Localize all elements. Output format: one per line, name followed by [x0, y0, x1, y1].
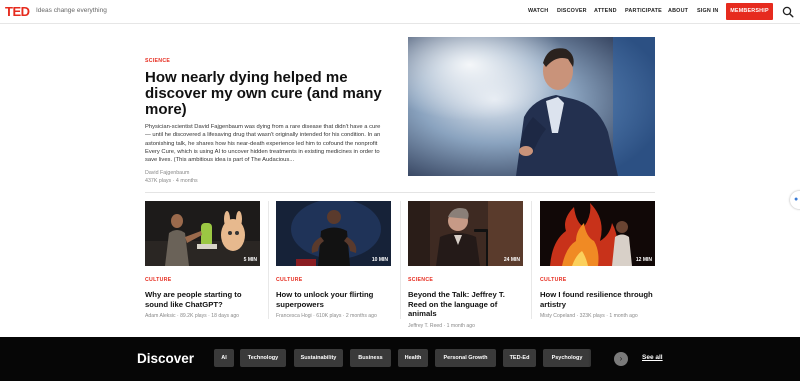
card-title[interactable]: Beyond the Talk: Jeffrey T. Reed on the …: [408, 290, 523, 319]
chevron-right-icon[interactable]: ›: [614, 352, 628, 366]
see-all-link[interactable]: See all: [642, 354, 663, 361]
site-header: TED Ideas change everything WATCH DISCOV…: [0, 0, 800, 24]
hero-category: SCIENCE: [145, 58, 171, 64]
discover-title: Discover: [137, 351, 195, 366]
card-thumbnail[interactable]: 5 MIN: [145, 201, 260, 266]
topic-psychology[interactable]: Psychology: [543, 349, 591, 367]
duration-badge: 24 MIN: [503, 257, 520, 263]
card-category: SCIENCE: [408, 277, 434, 283]
card-meta: Misty Copeland · 323K plays · 1 month ag…: [540, 313, 638, 319]
hero-stats: 437K plays · 4 months: [145, 177, 198, 184]
topic-ted-ed[interactable]: TED-Ed: [503, 349, 536, 367]
duration-badge: 10 MIN: [371, 257, 388, 263]
card-thumbnail[interactable]: 10 MIN: [276, 201, 391, 266]
card-thumbnail[interactable]: 12 MIN: [540, 201, 655, 266]
nav-discover[interactable]: DISCOVER: [557, 8, 587, 14]
membership-button[interactable]: MEMBERSHIP: [726, 3, 773, 20]
section-divider: [145, 192, 655, 193]
card-category: CULTURE: [145, 277, 172, 283]
nav-participate[interactable]: PARTICIPATE: [625, 8, 662, 14]
card-separator: [400, 201, 401, 319]
card-meta: Francesca Hogi · 610K plays · 2 months a…: [276, 313, 377, 319]
discover-bar: Discover AI Technology Sustainability Bu…: [0, 337, 800, 381]
nav-attend[interactable]: ATTEND: [594, 8, 617, 14]
card-title[interactable]: How to unlock your flirting superpowers: [276, 290, 391, 309]
hero-title[interactable]: How nearly dying helped me discover my o…: [145, 70, 385, 118]
talk-card[interactable]: 24 MIN SCIENCE Beyond the Talk: Jeffrey …: [408, 201, 523, 329]
card-category: CULTURE: [540, 277, 567, 283]
feedback-tab[interactable]: ●: [790, 191, 800, 209]
talk-card[interactable]: 5 MIN CULTURE Why are people starting to…: [145, 201, 260, 319]
topic-ai[interactable]: AI: [214, 349, 234, 367]
topic-business[interactable]: Business: [350, 349, 391, 367]
tagline: Ideas change everything: [36, 7, 107, 14]
hero-thumbnail[interactable]: [408, 37, 655, 176]
card-title[interactable]: How I found resilience through artistry: [540, 290, 655, 309]
talk-card[interactable]: 12 MIN CULTURE How I found resilience th…: [540, 201, 655, 319]
droplet-icon: ●: [794, 196, 799, 203]
duration-badge: 12 MIN: [635, 257, 652, 263]
search-icon[interactable]: [782, 6, 794, 18]
card-category: CULTURE: [276, 277, 303, 283]
nav-sign-in[interactable]: SIGN IN: [697, 8, 718, 14]
hero-speaker: David Fajgenbaum: [145, 170, 190, 177]
nav-watch[interactable]: WATCH: [528, 8, 548, 14]
card-meta: Jeffrey T. Reed · 1 month ago: [408, 322, 475, 329]
topic-sustainability[interactable]: Sustainability: [294, 349, 343, 367]
card-thumbnail[interactable]: 24 MIN: [408, 201, 523, 266]
nav-about[interactable]: ABOUT: [668, 8, 688, 14]
topic-health[interactable]: Health: [398, 349, 428, 367]
topic-technology[interactable]: Technology: [240, 349, 286, 367]
hero-description: Physician-scientist David Fajgenbaum was…: [145, 124, 381, 164]
card-title[interactable]: Why are people starting to sound like Ch…: [145, 290, 260, 309]
duration-badge: 5 MIN: [243, 257, 257, 263]
ted-logo[interactable]: TED: [5, 4, 30, 19]
featured-talk[interactable]: SCIENCE How nearly dying helped me disco…: [145, 58, 385, 185]
talk-card[interactable]: 10 MIN CULTURE How to unlock your flirti…: [276, 201, 391, 319]
card-meta: Adam Aleksic · 89.2K plays · 18 days ago: [145, 313, 240, 319]
card-separator: [268, 201, 269, 319]
scroll-fade: [588, 349, 610, 367]
card-separator: [531, 201, 532, 319]
topic-personal-growth[interactable]: Personal Growth: [435, 349, 496, 367]
